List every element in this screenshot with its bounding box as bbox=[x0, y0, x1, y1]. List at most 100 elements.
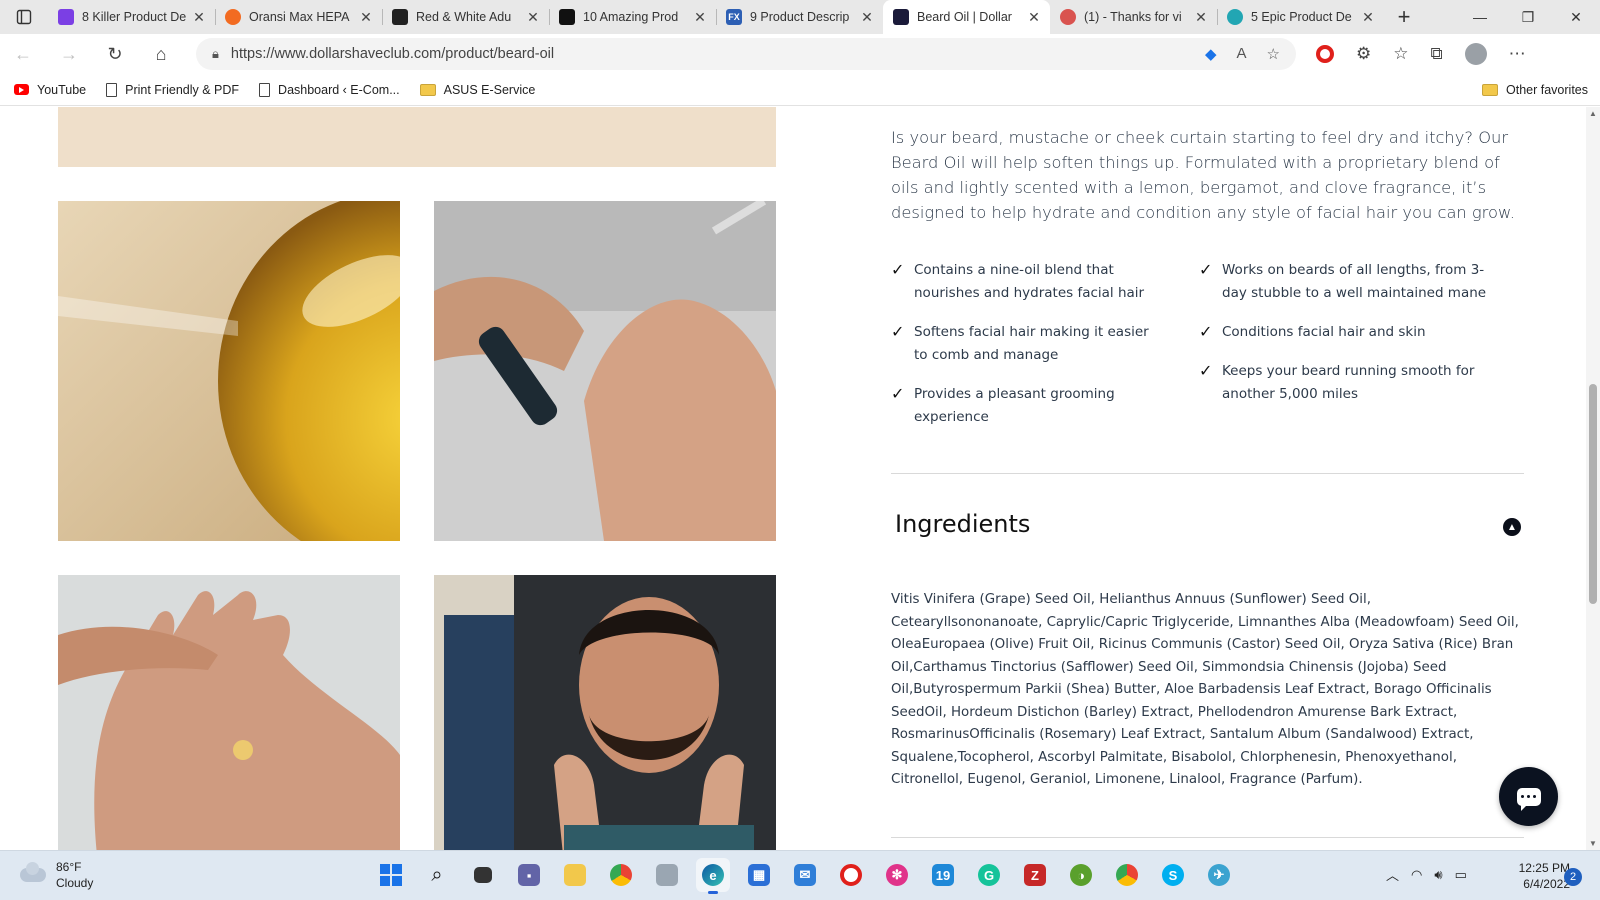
browser-tab[interactable]: 5 Epic Product De ✕ bbox=[1217, 0, 1384, 34]
tab-title: Oransi Max HEPA bbox=[249, 10, 350, 24]
forward-button[interactable]: → bbox=[46, 34, 92, 74]
profile-avatar[interactable] bbox=[1464, 43, 1487, 65]
battery-icon[interactable]: ▭ bbox=[1455, 867, 1467, 883]
app-button[interactable] bbox=[650, 858, 684, 892]
minimize-button[interactable]: — bbox=[1456, 0, 1504, 34]
browser-tab[interactable]: 10 Amazing Prod ✕ bbox=[549, 0, 716, 34]
benefit-text: Conditions facial hair and skin bbox=[1222, 324, 1426, 340]
tab-close-icon[interactable]: ✕ bbox=[1026, 9, 1042, 26]
folder-icon bbox=[419, 83, 436, 96]
browser-tab-active[interactable]: Beard Oil | Dollar ✕ bbox=[883, 0, 1050, 34]
tab-title: 5 Epic Product De bbox=[1251, 10, 1352, 24]
ingredients-heading[interactable]: Ingredients bbox=[895, 510, 1030, 538]
browser-tab[interactable]: (1) - Thanks for vi ✕ bbox=[1050, 0, 1217, 34]
plus-icon: + bbox=[1397, 4, 1411, 29]
mail-button[interactable]: ✉ bbox=[788, 858, 822, 892]
benefit-text: Softens facial hair making it easier to … bbox=[914, 324, 1149, 363]
benefit-text: Works on beards of all lengths, from 3-d… bbox=[1222, 262, 1487, 301]
refresh-button[interactable]: ↻ bbox=[92, 34, 138, 74]
extensions-puzzle-icon[interactable]: ⚙ bbox=[1356, 44, 1371, 64]
tab-close-icon[interactable]: ✕ bbox=[859, 9, 875, 26]
clock-date: 6/4/2022 bbox=[1523, 877, 1570, 891]
tab-close-icon[interactable]: ✕ bbox=[358, 9, 374, 26]
ingredients-text: Vitis Vinifera (Grape) Seed Oil, Heliant… bbox=[891, 592, 1519, 787]
tab-favicon-icon bbox=[1227, 9, 1243, 25]
bookmark-dashboard[interactable]: Dashboard ‹ E-Com... bbox=[259, 82, 400, 97]
tab-actions-button[interactable] bbox=[0, 0, 48, 34]
favorite-star-icon[interactable]: ☆ bbox=[1267, 45, 1280, 63]
back-button[interactable]: ← bbox=[0, 34, 46, 74]
chat-button[interactable] bbox=[1499, 767, 1558, 826]
store-button[interactable]: ▦ bbox=[742, 858, 776, 892]
browser-tab[interactable]: Red & White Adu ✕ bbox=[382, 0, 549, 34]
teams-chat-button[interactable]: ▪ bbox=[512, 858, 546, 892]
restore-button[interactable]: ❐ bbox=[1504, 0, 1552, 34]
notification-badge[interactable]: 2 bbox=[1564, 868, 1582, 886]
address-bar[interactable]: 🔒︎ https://www.dollarshaveclub.com/produ… bbox=[196, 38, 1296, 70]
bookmark-youtube[interactable]: YouTube bbox=[14, 83, 86, 97]
scrollbar-thumb[interactable] bbox=[1589, 384, 1597, 604]
tab-close-icon[interactable]: ✕ bbox=[191, 9, 207, 26]
home-button[interactable]: ⌂ bbox=[138, 34, 184, 74]
world-app-icon: ✈ bbox=[1208, 864, 1230, 886]
start-button[interactable] bbox=[374, 858, 408, 892]
cloud-icon bbox=[20, 862, 46, 882]
wifi-icon[interactable]: ◠ bbox=[1411, 867, 1422, 883]
app-button[interactable]: ✻ bbox=[880, 858, 914, 892]
tab-strip: 8 Killer Product De ✕ Oransi Max HEPA ✕ … bbox=[0, 0, 1600, 34]
browser-tab[interactable]: 8 Killer Product De ✕ bbox=[48, 0, 215, 34]
grammarly-button[interactable]: G bbox=[972, 858, 1006, 892]
chevron-up-icon[interactable]: ︿ bbox=[1386, 865, 1399, 884]
skype-button[interactable]: S bbox=[1156, 858, 1190, 892]
youtube-icon bbox=[14, 84, 29, 95]
app-button[interactable]: Z bbox=[1018, 858, 1052, 892]
read-aloud-icon[interactable]: A bbox=[1237, 45, 1247, 63]
opera-extension-icon[interactable] bbox=[1316, 45, 1334, 63]
url-text[interactable]: https://www.dollarshaveclub.com/product/… bbox=[231, 46, 554, 62]
chrome-profile-button[interactable] bbox=[1110, 858, 1144, 892]
collections-icon[interactable]: ⧉ bbox=[1431, 44, 1443, 64]
bookmark-print-friendly[interactable]: Print Friendly & PDF bbox=[106, 82, 239, 97]
scroll-down-arrow-icon[interactable]: ▼ bbox=[1589, 839, 1597, 848]
tab-favicon-icon bbox=[893, 9, 909, 25]
volume-icon[interactable]: 🔊︎ bbox=[1434, 867, 1442, 883]
chrome-button[interactable] bbox=[604, 858, 638, 892]
tab-close-icon[interactable]: ✕ bbox=[692, 9, 708, 26]
folder-icon bbox=[564, 864, 586, 886]
scroll-up-arrow-icon[interactable]: ▲ bbox=[1589, 109, 1597, 118]
shopping-tag-icon[interactable]: ◆ bbox=[1205, 45, 1217, 63]
applying-oil-image bbox=[434, 201, 776, 541]
collapse-chevron-up-icon[interactable]: ▲ bbox=[1503, 518, 1521, 536]
browser-tab[interactable]: FX 9 Product Descrip ✕ bbox=[716, 0, 883, 34]
weather-widget[interactable]: 86°F Cloudy bbox=[20, 859, 93, 891]
clock-time: 12:25 PM bbox=[1518, 861, 1570, 875]
store-icon: ▦ bbox=[748, 864, 770, 886]
skype-icon: S bbox=[1162, 864, 1184, 886]
close-window-button[interactable]: ✕ bbox=[1552, 0, 1600, 34]
app-button[interactable]: 19 bbox=[926, 858, 960, 892]
task-view-button[interactable] bbox=[466, 858, 500, 892]
app-button[interactable]: ◑ bbox=[1064, 858, 1098, 892]
tab-close-icon[interactable]: ✕ bbox=[1360, 9, 1376, 26]
opera-button[interactable] bbox=[834, 858, 868, 892]
browser-tab[interactable]: Oransi Max HEPA ✕ bbox=[215, 0, 382, 34]
weather-condition: Cloudy bbox=[56, 876, 94, 890]
page-scrollbar[interactable]: ▲ ▼ bbox=[1586, 107, 1600, 850]
other-favorites-folder[interactable]: Other favorites bbox=[1482, 83, 1588, 97]
clock[interactable]: 12:25 PM 6/4/2022 bbox=[1500, 860, 1570, 892]
tab-close-icon[interactable]: ✕ bbox=[1193, 9, 1209, 26]
window-controls: — ❐ ✕ bbox=[1456, 0, 1600, 34]
more-menu-icon[interactable]: ⋯ bbox=[1509, 44, 1526, 64]
bookmarks-bar: YouTube Print Friendly & PDF Dashboard ‹… bbox=[0, 74, 1600, 106]
search-button[interactable]: ⌕ bbox=[420, 858, 454, 892]
favorites-icon[interactable]: ☆ bbox=[1393, 44, 1408, 64]
bookmark-asus[interactable]: ASUS E-Service bbox=[419, 83, 535, 97]
arrow-right-icon: → bbox=[60, 43, 78, 64]
app-button[interactable]: ✈ bbox=[1202, 858, 1236, 892]
mail-icon: ✉ bbox=[794, 864, 816, 886]
edge-button[interactable]: e bbox=[696, 858, 730, 894]
section-divider bbox=[891, 837, 1524, 838]
new-tab-button[interactable]: + bbox=[1384, 0, 1424, 34]
tab-close-icon[interactable]: ✕ bbox=[525, 9, 541, 26]
file-explorer-button[interactable] bbox=[558, 858, 592, 892]
